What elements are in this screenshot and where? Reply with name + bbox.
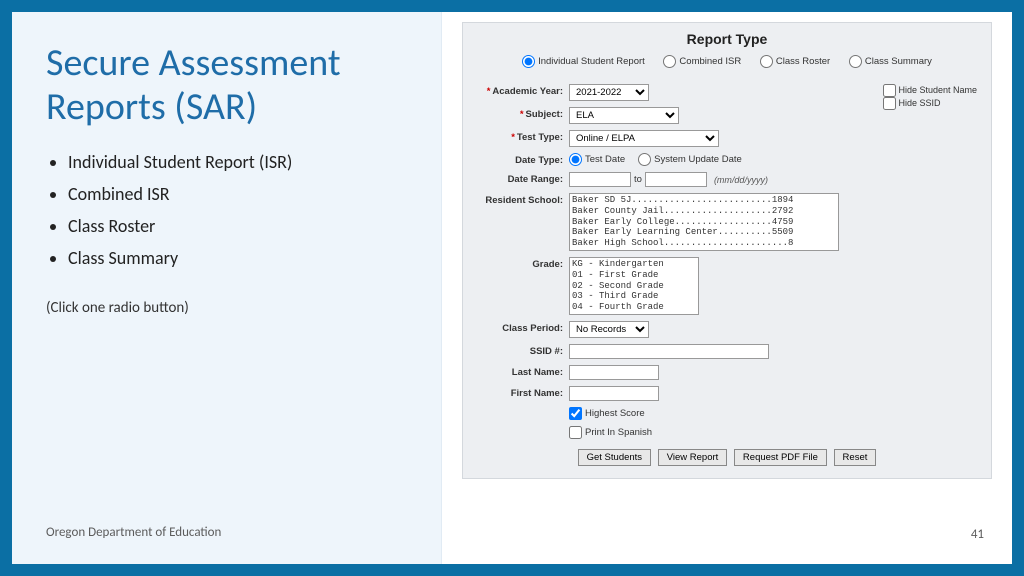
highest-score-checkbox[interactable]: Highest Score bbox=[569, 407, 983, 420]
bullet-item: Combined ISR bbox=[68, 183, 413, 205]
system-date-radio[interactable]: System Update Date bbox=[638, 153, 742, 166]
ssid-input[interactable] bbox=[569, 344, 769, 359]
print-spanish-checkbox[interactable]: Print In Spanish bbox=[569, 426, 983, 439]
grade-label: Grade: bbox=[471, 257, 569, 270]
date-from-input[interactable] bbox=[569, 172, 631, 187]
options-checks: Highest Score Print In Spanish bbox=[569, 407, 983, 439]
first-name-label: First Name: bbox=[471, 386, 569, 399]
hide-student-name-checkbox[interactable]: Hide Student Name bbox=[883, 84, 977, 97]
request-pdf-button[interactable]: Request PDF File bbox=[734, 449, 827, 466]
date-format-hint: (mm/dd/yyyy) bbox=[714, 175, 768, 185]
slide-title: Secure Assessment Reports (SAR) bbox=[46, 42, 413, 129]
left-panel: Secure Assessment Reports (SAR) Individu… bbox=[12, 12, 442, 564]
hint-text: (Click one radio button) bbox=[46, 299, 413, 317]
bullet-item: Class Summary bbox=[68, 247, 413, 269]
bullet-item: Class Roster bbox=[68, 215, 413, 237]
ssid-label: SSID #: bbox=[471, 344, 569, 357]
test-date-radio[interactable]: Test Date bbox=[569, 153, 625, 166]
hide-name-label: Hide Student Name bbox=[898, 85, 977, 95]
print-spanish-label: Print In Spanish bbox=[585, 427, 652, 438]
last-name-input[interactable] bbox=[569, 365, 659, 380]
view-report-button[interactable]: View Report bbox=[658, 449, 728, 466]
report-type-radios: Individual Student Report Combined ISR C… bbox=[471, 53, 983, 78]
page-number: 41 bbox=[971, 527, 984, 542]
slide: Secure Assessment Reports (SAR) Individu… bbox=[12, 12, 1012, 564]
button-row: Get Students View Report Request PDF Fil… bbox=[471, 449, 983, 466]
test-type-label: Test Type: bbox=[471, 130, 569, 143]
right-panel: Report Type Individual Student Report Co… bbox=[442, 12, 1012, 564]
grade-listbox[interactable]: KG - Kindergarten 01 - First Grade 02 - … bbox=[569, 257, 699, 315]
hide-options: Hide Student Name Hide SSID bbox=[883, 84, 977, 110]
radio-combined-label: Combined ISR bbox=[679, 56, 741, 67]
bullet-item: Individual Student Report (ISR) bbox=[68, 151, 413, 173]
resident-school-label: Resident School: bbox=[471, 193, 569, 206]
radio-isr[interactable]: Individual Student Report bbox=[522, 56, 645, 67]
radio-isr-label: Individual Student Report bbox=[538, 56, 645, 67]
test-type-select[interactable]: Online / ELPA bbox=[569, 130, 719, 147]
hide-ssid-checkbox[interactable]: Hide SSID bbox=[883, 97, 977, 110]
form-body: Hide Student Name Hide SSID Academic Yea… bbox=[471, 78, 983, 466]
bullet-list: Individual Student Report (ISR) Combined… bbox=[46, 151, 413, 279]
class-period-label: Class Period: bbox=[471, 321, 569, 334]
radio-combined[interactable]: Combined ISR bbox=[663, 56, 741, 67]
to-label: to bbox=[634, 174, 642, 185]
academic-year-label: Academic Year: bbox=[471, 84, 569, 97]
system-date-label: System Update Date bbox=[654, 154, 742, 165]
radio-roster[interactable]: Class Roster bbox=[760, 56, 830, 67]
subject-select[interactable]: ELA bbox=[569, 107, 679, 124]
test-date-label: Test Date bbox=[585, 154, 625, 165]
footer-text: Oregon Department of Education bbox=[46, 525, 413, 540]
first-name-input[interactable] bbox=[569, 386, 659, 401]
date-type-label: Date Type: bbox=[471, 153, 569, 166]
radio-summary[interactable]: Class Summary bbox=[849, 56, 932, 67]
subject-label: Subject: bbox=[471, 107, 569, 120]
get-students-button[interactable]: Get Students bbox=[578, 449, 651, 466]
last-name-label: Last Name: bbox=[471, 365, 569, 378]
academic-year-select[interactable]: 2021-2022 bbox=[569, 84, 649, 101]
form-box: Report Type Individual Student Report Co… bbox=[462, 22, 992, 479]
hide-ssid-label: Hide SSID bbox=[898, 98, 940, 108]
class-period-select[interactable]: No Records bbox=[569, 321, 649, 338]
date-range-label: Date Range: bbox=[471, 172, 569, 185]
radio-summary-label: Class Summary bbox=[865, 56, 932, 67]
radio-roster-label: Class Roster bbox=[776, 56, 830, 67]
reset-button[interactable]: Reset bbox=[834, 449, 877, 466]
form-title: Report Type bbox=[471, 27, 983, 53]
resident-school-listbox[interactable]: Baker SD 5J..........................189… bbox=[569, 193, 839, 251]
highest-score-label: Highest Score bbox=[585, 408, 645, 419]
date-to-input[interactable] bbox=[645, 172, 707, 187]
